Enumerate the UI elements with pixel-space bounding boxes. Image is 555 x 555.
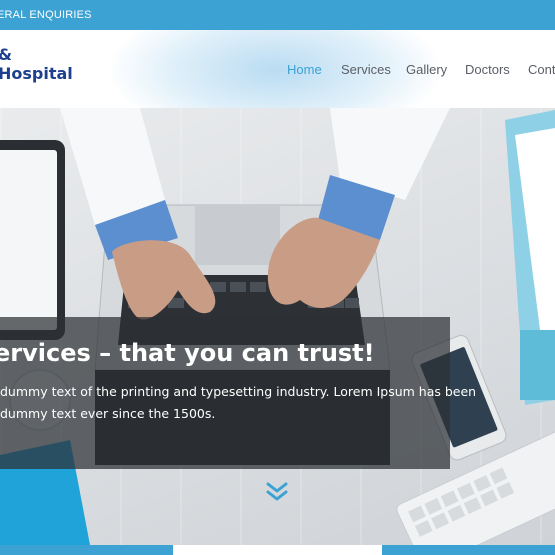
hero-description-line-1: dummy text of the printing and typesetti… [0,384,477,399]
feature-box-3[interactable] [382,545,555,555]
nav-services[interactable]: Services [341,62,391,77]
tablet-illustration [0,140,65,340]
site-header: & Hospital Home Services Gallery Doctors… [0,30,555,108]
nav-doctors[interactable]: Doctors [465,62,510,77]
feature-box-2[interactable] [173,545,382,555]
nav-home[interactable]: Home [287,62,322,77]
feature-box-1[interactable] [0,545,173,555]
nav-gallery[interactable]: Gallery [406,62,447,77]
chevron-double-down-icon[interactable] [265,480,289,504]
top-bar: ERAL ENQUIRIES [0,0,555,30]
nav-contact[interactable]: Conta [528,62,555,77]
hero-description-line-2: dummy text ever since the 1500s. [0,406,216,421]
hero-title: ervices – that you can trust! [0,339,375,367]
enquiries-link[interactable]: ERAL ENQUIRIES [0,9,92,21]
hero-description: dummy text of the printing and typesetti… [0,381,477,425]
main-nav: Home Services Gallery Doctors Conta [0,62,555,82]
